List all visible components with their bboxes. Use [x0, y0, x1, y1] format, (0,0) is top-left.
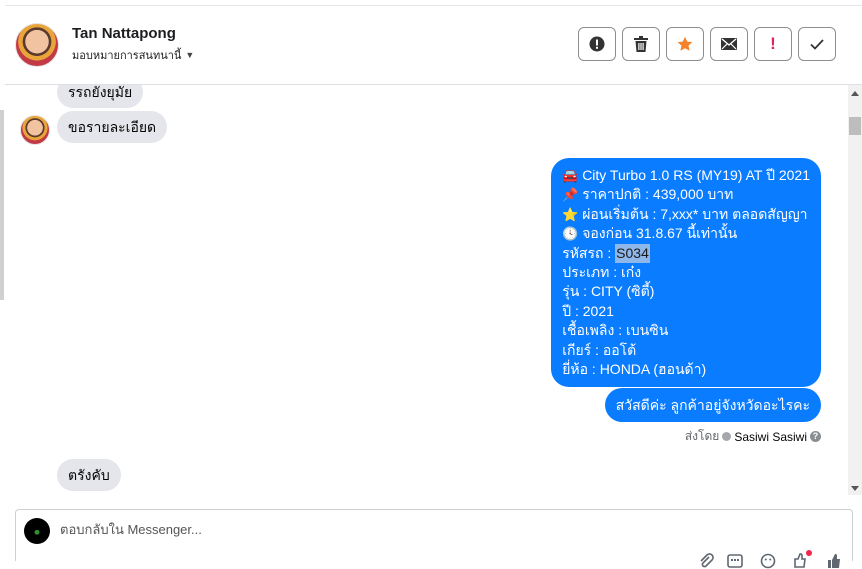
notification-dot — [806, 550, 812, 556]
mark-unread-button[interactable] — [710, 27, 748, 61]
star-icon — [677, 36, 693, 51]
message-bubble-outgoing-details: 🚘 City Turbo 1.0 RS (MY19) AT ปี 2021 📌 … — [551, 158, 821, 388]
detail-line: รหัสรถ : S034 — [562, 243, 810, 264]
chat-scrollbar[interactable] — [848, 85, 862, 495]
conversation-header: Tan Nattapong มอบหมายการสนทนานี้ ▼ ! — [5, 5, 862, 85]
mark-important-button[interactable]: ! — [754, 27, 792, 61]
detail-line: ประเภท : เก๋ง — [562, 263, 810, 282]
sender-name: Sasiwi Sasiwi — [734, 429, 807, 444]
contact-name[interactable]: Tan Nattapong — [72, 25, 176, 42]
detail-line: ยี่ห้อ : HONDA (ฮอนด้า) — [562, 360, 810, 379]
detail-text: ยี่ห้อ : HONDA (ฮอนด้า) — [562, 361, 707, 378]
detail-text: ปี : 2021 — [562, 302, 614, 319]
like-icon[interactable] — [826, 553, 842, 569]
detail-line: รุ่น : CITY (ซิตี้) — [562, 282, 810, 301]
reply-composer — [15, 509, 853, 569]
detail-line: ปี : 2021 — [562, 302, 810, 321]
detail-line: 📌 ราคาปกติ : 439,000 บาท — [562, 185, 810, 204]
star-icon: ⭐ — [562, 206, 579, 222]
detail-text: เชื้อเพลิง : เบนซิน — [562, 322, 669, 339]
caret-down-icon: ▼ — [185, 50, 195, 60]
help-icon[interactable]: ? — [810, 431, 821, 442]
attachment-icon[interactable] — [698, 553, 714, 569]
message-bubble-outgoing: สวัสดีค่ะ ลูกค้าอยู่จังหวัดอะไรคะ — [604, 388, 821, 422]
page-avatar — [24, 518, 50, 544]
scroll-down-arrow-icon[interactable] — [851, 486, 859, 491]
message-bubble-incoming: รรถยังยุมัย — [57, 85, 144, 108]
detail-text: ประเภท : เก๋ง — [562, 264, 642, 281]
contact-avatar[interactable] — [15, 23, 59, 67]
detail-text: รุ่น : CITY (ซิตี้) — [562, 283, 655, 300]
scroll-up-arrow-icon[interactable] — [851, 91, 859, 96]
mark-done-button[interactable] — [798, 27, 836, 61]
detail-line: ⭐ ผ่อนเริ่มต้น : 7,xxx* บาท ตลอดสัญญา — [562, 205, 810, 224]
sent-by-info: ส่งโดย Sasiwi Sasiwi ? — [685, 427, 821, 446]
sent-by-label: ส่งโดย — [684, 429, 720, 443]
message-thread: รรถยังยุมัย ขอรายละเอียด 🚘 City Turbo 1.… — [5, 85, 848, 495]
assign-conversation-dropdown[interactable]: มอบหมายการสนทนานี้ ▼ — [72, 46, 194, 64]
detail-text: เกียร์ : ออโต้ — [562, 341, 637, 358]
car-icon: 🚘 — [562, 168, 579, 183]
exclamation-icon: ! — [770, 34, 776, 53]
message-bubble-incoming: ตรังคับ — [57, 459, 121, 491]
detail-text: รหัสรถ : — [562, 244, 616, 261]
emoji-icon[interactable] — [760, 553, 776, 569]
sticker-icon[interactable] — [792, 553, 808, 569]
verified-icon — [722, 432, 732, 441]
star-button[interactable] — [666, 27, 704, 61]
reply-input[interactable] — [60, 522, 660, 537]
car-code-highlight: S034 — [615, 243, 650, 264]
trash-icon — [634, 36, 648, 52]
detail-text: City Turbo 1.0 RS (MY19) AT ปี 2021 — [582, 167, 810, 183]
clock-icon: 🕓 — [562, 226, 579, 242]
detail-line: 🕓 จองก่อน 31.8.67 นี้เท่านั้น — [562, 224, 810, 243]
scrollbar-thumb[interactable] — [849, 117, 861, 135]
left-panel-edge — [0, 110, 4, 300]
detail-text: ราคาปกติ : 439,000 บาท — [582, 186, 734, 203]
detail-text: จองก่อน 31.8.67 นี้เท่านั้น — [582, 225, 738, 242]
assign-label: มอบหมายการสนทนานี้ — [72, 50, 182, 62]
saved-reply-icon[interactable] — [727, 553, 743, 569]
conversation-actions: ! — [578, 27, 836, 61]
detail-line: เกียร์ : ออโต้ — [562, 341, 810, 360]
detail-text: ผ่อนเริ่มต้น : 7,xxx* บาท ตลอดสัญญา — [582, 205, 808, 222]
alert-circle-icon — [589, 36, 605, 52]
mark-spam-button[interactable] — [578, 27, 616, 61]
contact-avatar-small — [20, 115, 50, 145]
message-bubble-incoming: ขอรายละเอียด — [57, 111, 168, 143]
delete-button[interactable] — [622, 27, 660, 61]
envelope-icon — [721, 38, 737, 50]
pin-icon: 📌 — [562, 187, 579, 203]
detail-line: 🚘 City Turbo 1.0 RS (MY19) AT ปี 2021 — [562, 166, 810, 185]
detail-line: เชื้อเพลิง : เบนซิน — [562, 321, 810, 340]
checkmark-icon — [810, 38, 824, 50]
